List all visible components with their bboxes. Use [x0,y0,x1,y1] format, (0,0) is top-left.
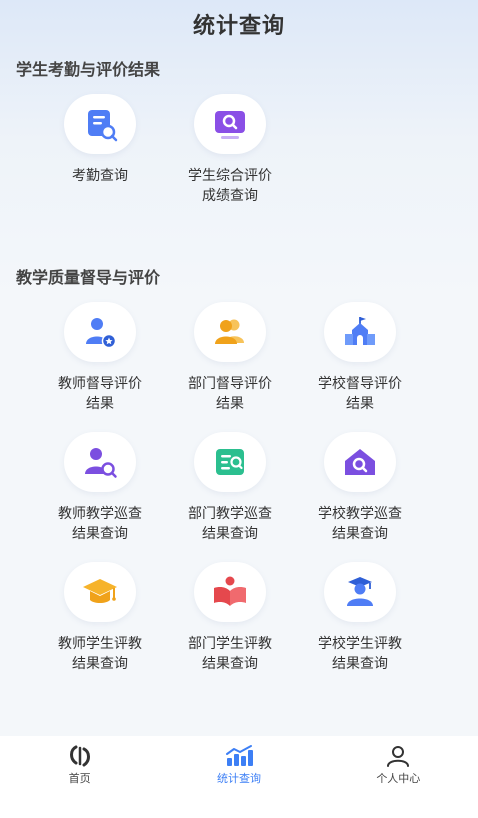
item-label: 学校督导评价结果 [318,376,402,412]
item-label: 学校教学巡查结果查询 [318,506,402,542]
department-supervision-item[interactable]: 部门督导评价结果 [165,302,295,414]
department-inspection-item[interactable]: 部门教学巡查结果查询 [165,432,295,544]
group-icon [215,319,244,344]
department-student-evaluation-item[interactable]: 部门学生评教结果查询 [165,562,295,674]
section-title-attendance: 学生考勤与评价结果 [16,60,161,79]
home-logo-icon [69,745,90,767]
attendance-grid: 考勤查询 学生综合评价成绩查询 [35,94,425,206]
item-label: 考勤查询 [72,168,128,184]
school-building-icon [345,317,375,345]
school-student-evaluation-item[interactable]: 学校学生评教结果查询 [295,562,425,674]
graduate-student-icon [347,577,373,606]
item-label: 部门学生评教结果查询 [188,636,272,672]
teaching-quality-grid: 教师督导评价结果 部门督导评价结果 学校督导评价结果 教师教学巡查结果查询 部门… [35,302,425,674]
item-label: 教师学生评教结果查询 [58,636,142,672]
monitor-search-icon [215,111,245,139]
teacher-supervision-item[interactable]: 教师督导评价结果 [35,302,165,414]
graduation-cap-icon [83,579,117,603]
tab-home[interactable]: 首页 [20,736,140,786]
item-label: 教师教学巡查结果查询 [58,506,142,542]
item-label: 部门督导评价结果 [188,376,272,412]
tab-label: 首页 [68,772,91,785]
item-label: 教师督导评价结果 [58,376,142,412]
page-header: 统计查询 [0,0,478,48]
house-search-icon [345,449,375,475]
page-title: 统计查询 [192,14,285,39]
student-evaluation-query-item[interactable]: 学生综合评价成绩查询 [165,94,295,206]
tab-statistics[interactable]: 统计查询 [179,736,299,786]
teacher-student-evaluation-item[interactable]: 教师学生评教结果查询 [35,562,165,674]
attendance-query-item[interactable]: 考勤查询 [35,94,165,206]
tab-label: 个人中心 [376,772,421,785]
item-label: 学校学生评教结果查询 [318,636,402,672]
school-inspection-item[interactable]: 学校教学巡查结果查询 [295,432,425,544]
list-search-icon [216,449,244,475]
tab-label: 统计查询 [216,772,261,785]
item-label: 学生综合评价成绩查询 [188,168,272,204]
section-title-teaching-quality: 教学质量督导与评价 [16,268,161,287]
tab-profile[interactable]: 个人中心 [338,736,458,786]
teacher-inspection-item[interactable]: 教师教学巡查结果查询 [35,432,165,544]
bottom-tab-bar: 首页 统计查询 个人中心 [0,736,478,818]
document-search-icon [88,110,118,142]
teacher-badge-icon [86,318,117,349]
statistics-icon [225,745,253,766]
item-label: 部门教学巡查结果查询 [188,506,272,542]
user-icon [387,746,410,767]
reading-book-icon [214,576,246,606]
school-supervision-item[interactable]: 学校督导评价结果 [295,302,425,414]
teacher-search-icon [85,448,117,478]
